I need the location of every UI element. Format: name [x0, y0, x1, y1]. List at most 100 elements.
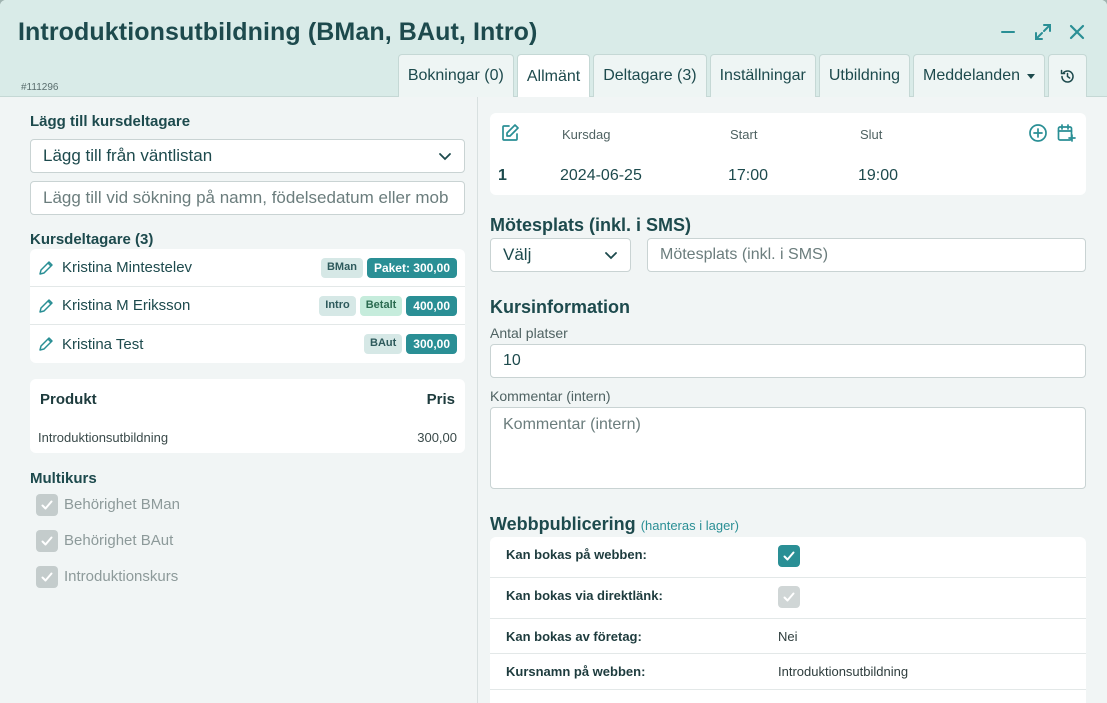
checkmark-icon	[41, 500, 53, 510]
seats-label: Antal platser	[490, 325, 568, 341]
checkmark-icon	[783, 592, 795, 602]
tab-history[interactable]	[1048, 54, 1087, 97]
add-participant-title: Lägg till kursdeltagare	[30, 113, 191, 130]
paid-status-badge: Betalt	[359, 295, 403, 316]
course-tag-badge: BMan	[320, 257, 363, 278]
schedule-table: Kursdag Start Slut 1 2024-06-25 17:00 19…	[490, 113, 1086, 195]
checkmark-icon	[41, 572, 53, 582]
direct-link-checkbox[interactable]	[778, 586, 800, 608]
dropdown-caret-icon	[1027, 73, 1035, 79]
seats-input[interactable]: 10	[490, 344, 1086, 378]
tab-bokningar[interactable]: Bokningar (0)	[397, 54, 514, 97]
participant-badges: BAut 300,00	[364, 334, 457, 354]
multikurs-checkbox	[36, 494, 58, 516]
multikurs-label: Behörighet BMan	[64, 496, 180, 513]
price-badge: 300,00	[406, 334, 457, 354]
participant-name: Kristina Mintestelev	[62, 259, 193, 276]
web-row-key: Kan bokas av företag:	[506, 629, 642, 644]
schedule-start: 17:00	[728, 167, 769, 184]
participants-list: Kristina Mintestelev BMan Paket: 300,00 …	[30, 249, 465, 363]
pencil-icon[interactable]	[38, 298, 54, 314]
meeting-place-select[interactable]: Välj	[490, 238, 631, 272]
participant-row[interactable]: Kristina Mintestelev BMan Paket: 300,00	[30, 249, 465, 287]
participant-search-input[interactable]: Lägg till vid sökning på namn, födelseda…	[30, 181, 465, 215]
chevron-down-icon	[605, 252, 617, 260]
multikurs-label: Behörighet BAut	[64, 532, 174, 549]
window-controls	[999, 22, 1087, 42]
comment-textarea[interactable]: Kommentar (intern)	[490, 407, 1086, 489]
web-row-key: Kursnamn på webben:	[506, 664, 646, 679]
minimize-icon[interactable]	[999, 22, 1019, 42]
tab-meddelanden[interactable]: Meddelanden	[913, 54, 1045, 97]
participant-name: Kristina Test	[62, 335, 144, 353]
tab-allmant[interactable]: Allmänt	[516, 54, 591, 98]
price-badge: 400,00	[406, 295, 457, 316]
web-publishing-title: Webbpublicering (hanteras i lager)	[490, 514, 739, 535]
web-row: Kan bokas via direktlänk:	[490, 578, 1086, 619]
add-calendar-icon[interactable]	[1056, 123, 1076, 143]
tab-utbildning[interactable]: Utbildning	[818, 54, 911, 97]
tab-deltagare[interactable]: Deltagare (3)	[593, 54, 707, 97]
waitlist-select[interactable]: Lägg till från väntlistan	[30, 139, 465, 173]
column-divider	[477, 97, 478, 703]
product-price-cell: 300,00	[417, 430, 457, 445]
web-row-value: Introduktionsutbildning	[778, 664, 909, 679]
web-row: Kursnamn på webben: Introduktionsutbildn…	[490, 654, 1086, 690]
dialog-header: Introduktionsutbildning (BMan, BAut, Int…	[0, 0, 1107, 98]
tab-installningar[interactable]: Inställningar	[709, 54, 816, 97]
kursdag-header: Kursdag	[562, 127, 611, 142]
participant-row[interactable]: Kristina M Eriksson Intro Betalt 400,00	[30, 287, 465, 325]
history-icon	[1060, 69, 1074, 83]
product-table: Produkt Pris Introduktionsutbildning 300…	[30, 379, 465, 453]
web-row-value: Nei	[778, 629, 798, 644]
tab-bar: Bokningar (0) Allmänt Deltagare (3) Inst…	[397, 54, 1087, 98]
product-column-header: Produkt	[40, 391, 97, 408]
meeting-place-select-value: Välj	[503, 245, 532, 264]
product-name-cell: Introduktionsutbildning	[38, 430, 169, 445]
dialog-body: Lägg till kursdeltagare Lägg till från v…	[0, 97, 1107, 703]
dialog-title: Introduktionsutbildning (BMan, BAut, Int…	[18, 18, 538, 46]
participants-title: Kursdeltagare (3)	[30, 231, 154, 248]
checkmark-icon	[783, 551, 795, 561]
price-badge: Paket: 300,00	[366, 257, 457, 278]
participant-name: Kristina M Eriksson	[62, 297, 191, 314]
participant-badges: Intro Betalt 400,00	[319, 295, 457, 316]
slut-header: Slut	[860, 127, 883, 142]
course-tag-badge: Intro	[319, 295, 356, 316]
course-tag-badge: BAut	[364, 334, 403, 354]
web-row-key: Kan bokas på webben:	[506, 547, 647, 562]
tab-meddelanden-label: Meddelanden	[923, 67, 1020, 84]
waitlist-select-value: Lägg till från väntlistan	[43, 146, 213, 165]
schedule-row-number: 1	[498, 167, 507, 184]
course-dialog: Introduktionsutbildning (BMan, BAut, Int…	[0, 0, 1107, 703]
price-column-header: Pris	[426, 391, 455, 408]
pencil-icon[interactable]	[38, 260, 54, 276]
schedule-end: 19:00	[858, 167, 899, 184]
web-row: Kan bokas av företag: Nei	[490, 619, 1086, 654]
edit-schedule-icon[interactable]	[500, 123, 520, 143]
add-circle-icon[interactable]	[1028, 123, 1048, 143]
chevron-down-icon	[439, 153, 451, 161]
web-publishing-label: Webbpublicering	[490, 514, 636, 534]
web-row: Kan bokas på webben:	[490, 537, 1086, 578]
schedule-date: 2024-06-25	[560, 167, 642, 184]
web-row-key: Kan bokas via direktlänk:	[506, 588, 663, 603]
multikurs-title: Multikurs	[30, 470, 97, 487]
meeting-place-input[interactable]: Mötesplats (inkl. i SMS)	[647, 238, 1086, 272]
start-header: Start	[730, 127, 758, 142]
comment-label: Kommentar (intern)	[490, 388, 611, 404]
web-publishing-note[interactable]: (hanteras i lager)	[641, 518, 739, 533]
meeting-place-title: Mötesplats (inkl. i SMS)	[490, 215, 692, 235]
pencil-icon[interactable]	[38, 336, 54, 352]
checkmark-icon	[41, 536, 53, 546]
multikurs-label: Introduktionskurs	[64, 568, 179, 585]
expand-icon[interactable]	[1033, 22, 1053, 42]
multikurs-checkbox	[36, 566, 58, 588]
web-publishing-table: Kan bokas på webben: Kan bokas via direk…	[490, 537, 1086, 703]
record-id: #111296	[21, 82, 59, 93]
web-bookable-checkbox[interactable]	[778, 545, 800, 567]
participant-row[interactable]: Kristina Test BAut 300,00	[30, 325, 465, 363]
multikurs-checkbox	[36, 530, 58, 552]
close-icon[interactable]	[1067, 22, 1087, 42]
course-info-title: Kursinformation	[490, 297, 631, 317]
